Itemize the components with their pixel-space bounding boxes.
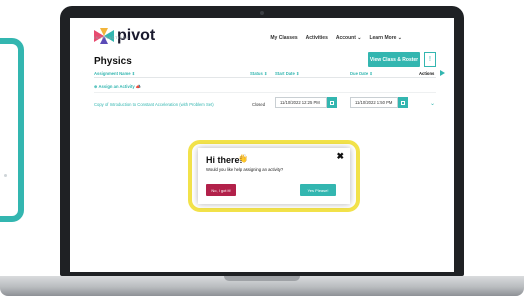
accept-button[interactable]: Yes Please! [300, 184, 336, 196]
side-panel-frame [0, 38, 24, 222]
header-actions: Actions [419, 71, 435, 76]
camera-icon [260, 11, 264, 15]
nav-my-classes[interactable]: My Classes [270, 35, 297, 41]
row-divider [94, 92, 436, 93]
modal-message: Would you like help assigning an activit… [206, 167, 284, 172]
header-due-date[interactable]: Due Date ⇕ [350, 71, 373, 76]
laptop-lid: pivot INTERACTIVES My Classes Activities… [60, 6, 464, 276]
header-assignment-name[interactable]: Assignment Name ⇕ [94, 71, 135, 76]
view-class-roster-button[interactable]: View Class & Roster [368, 52, 420, 67]
wave-hand-icon: 👋 [238, 154, 248, 163]
assignment-status: Closed [252, 102, 266, 107]
start-calendar-icon[interactable] [327, 97, 337, 108]
decorative-dot [4, 174, 7, 177]
start-date-field[interactable]: 11/10/2022 12:25 PM [275, 97, 327, 108]
page-title: Physics [94, 56, 132, 67]
header-start-date[interactable]: Start Date ⇕ [275, 71, 299, 76]
header-divider [94, 77, 436, 78]
nav-learn-more[interactable]: Learn More ⌄ [369, 35, 402, 41]
nav-account[interactable]: Account ⌄ [336, 35, 362, 41]
scroll-right-arrow-icon[interactable] [440, 70, 445, 76]
assign-activity-link[interactable]: ⊕ Assign an Activity 📣 [94, 84, 141, 90]
help-modal: Hi there! 👋 ✖ Would you like help assign… [198, 148, 350, 204]
nav-activities[interactable]: Activities [306, 35, 328, 41]
due-calendar-icon[interactable] [398, 97, 408, 108]
row-actions-chevron-icon[interactable]: ⌄ [430, 100, 435, 107]
due-date-field[interactable]: 11/10/2022 1:50 PM [350, 97, 398, 108]
laptop-base-notch [224, 276, 300, 281]
laptop-screen: pivot INTERACTIVES My Classes Activities… [70, 18, 454, 272]
close-icon[interactable]: ✖ [336, 151, 344, 162]
brand-subtitle: INTERACTIVES [94, 35, 130, 40]
assignment-name-link[interactable]: Copy of Introduction to Constant Acceler… [94, 102, 214, 107]
info-button[interactable]: ! [424, 52, 436, 67]
top-nav: My Classes Activities Account ⌄ Learn Mo… [270, 35, 402, 41]
decline-button[interactable]: No, I got it! [206, 184, 236, 196]
header-status[interactable]: Status ⇕ [250, 71, 267, 76]
